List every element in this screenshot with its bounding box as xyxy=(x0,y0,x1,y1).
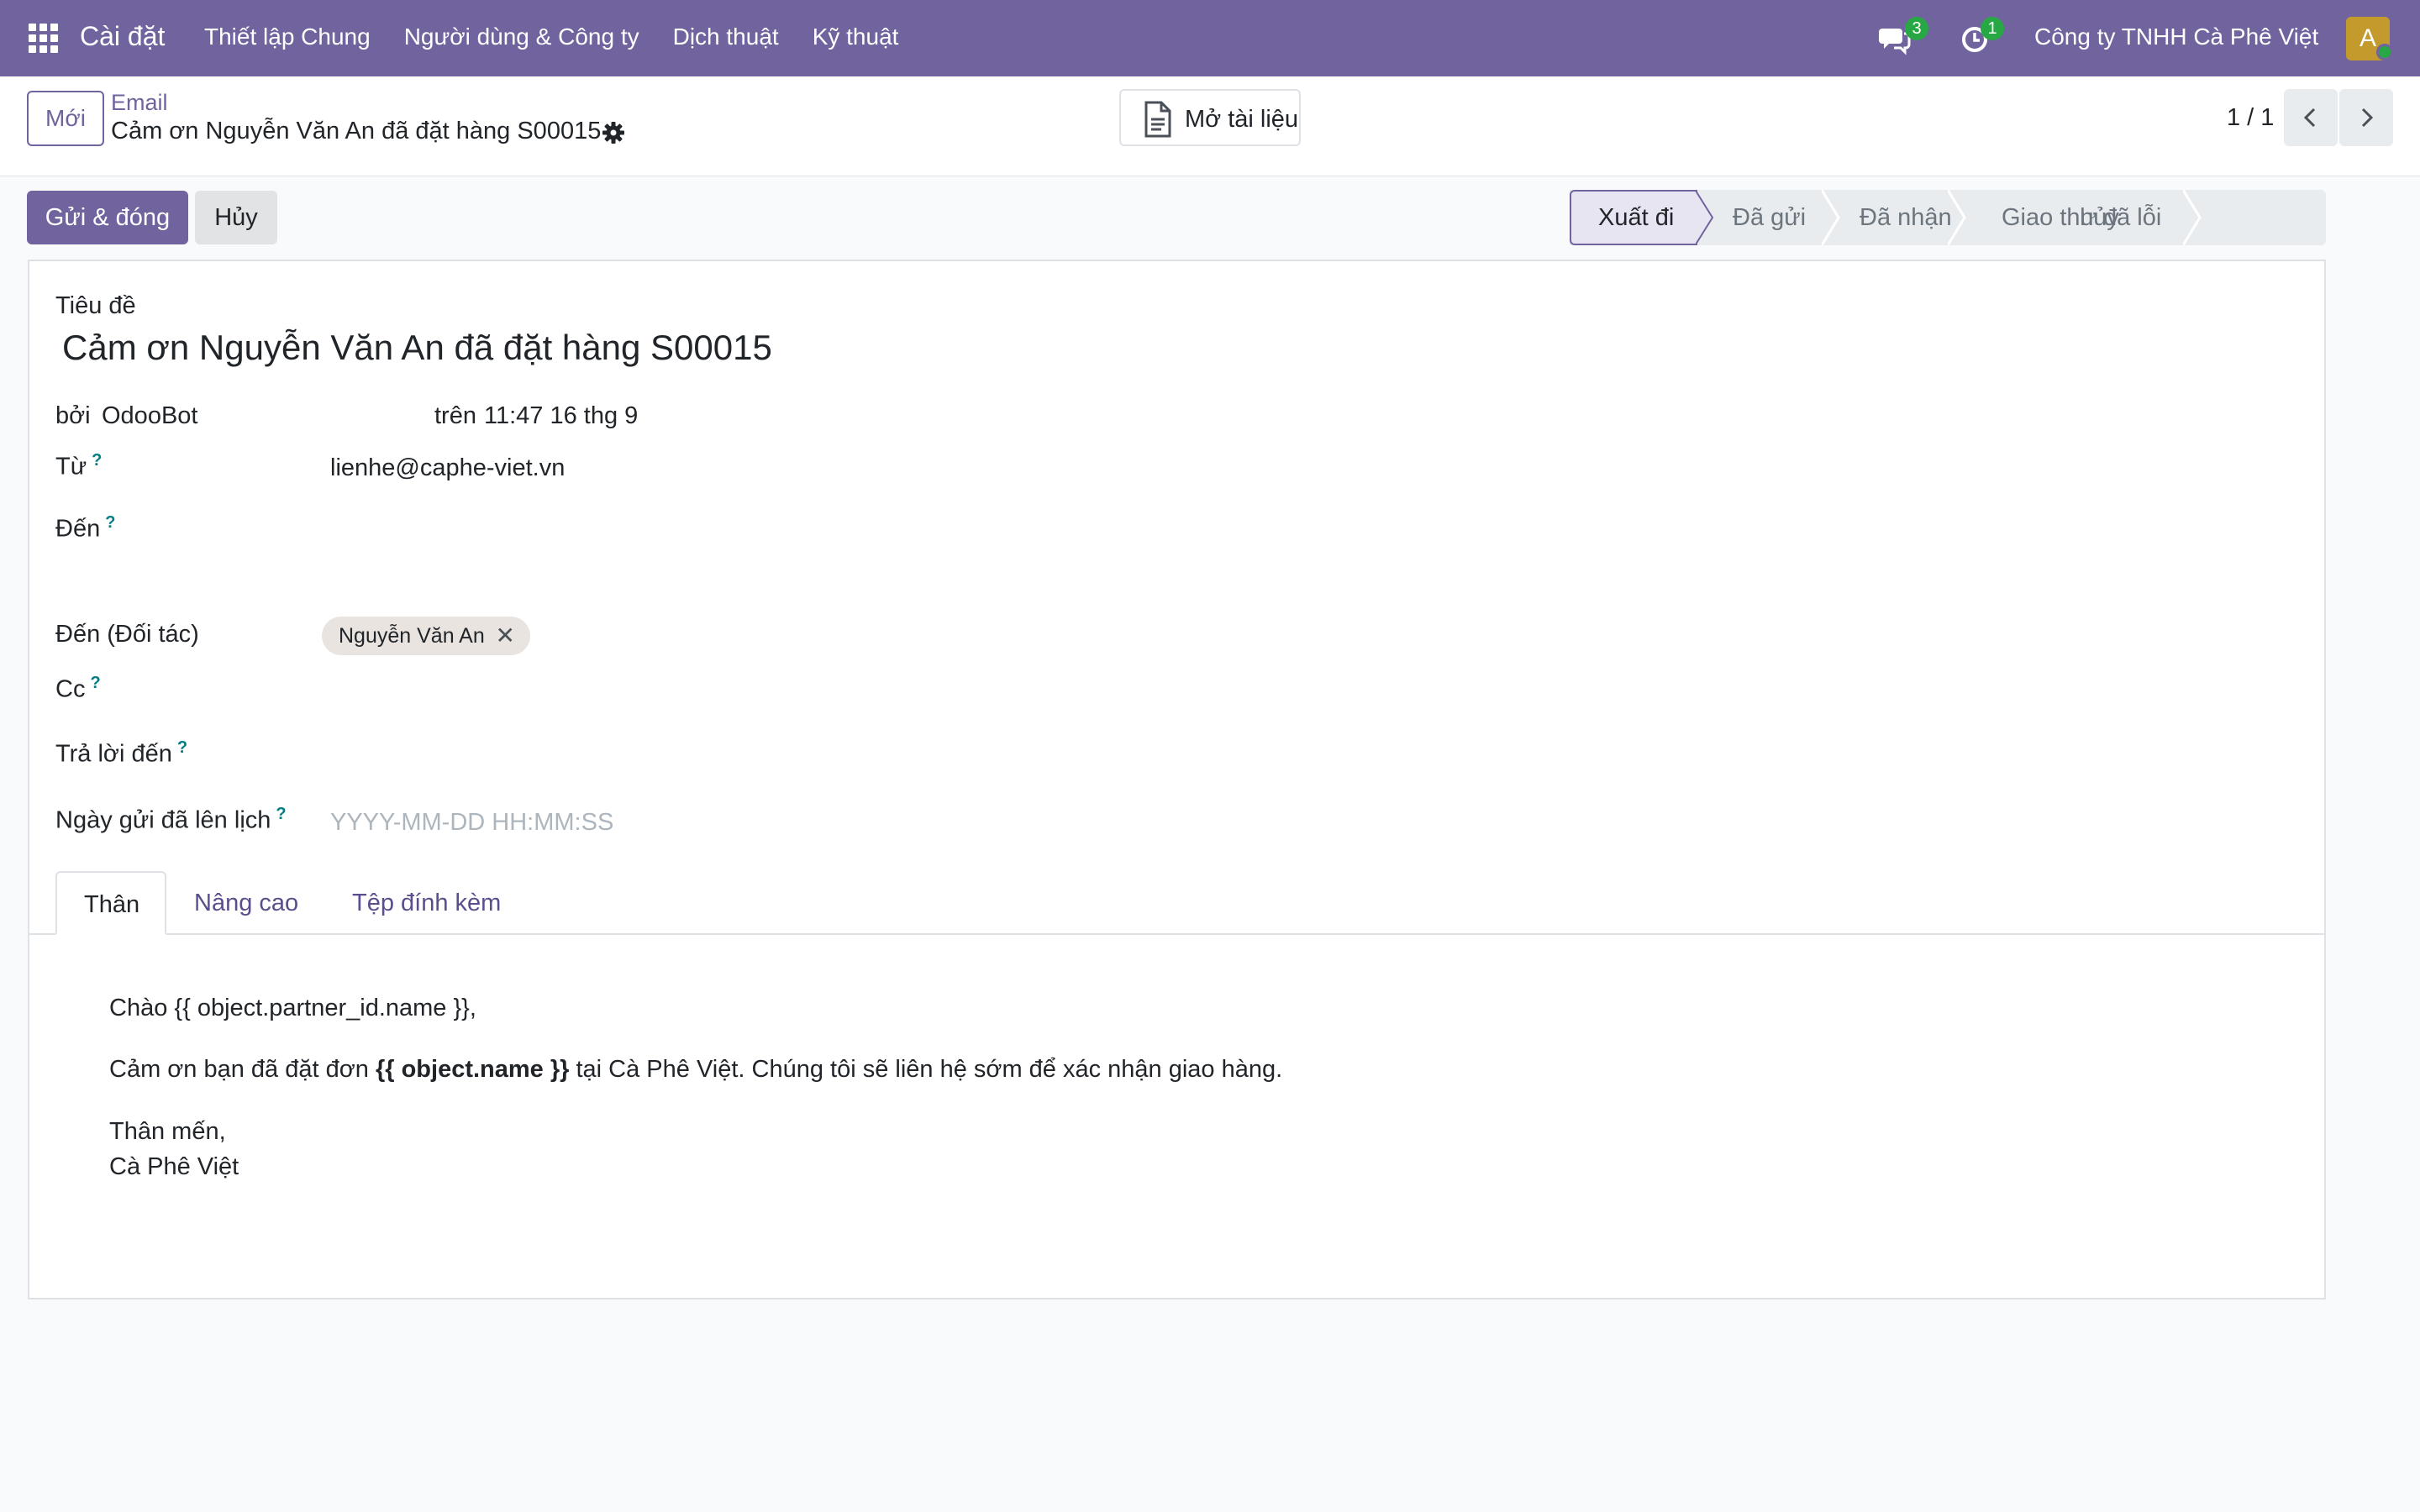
menu-technical[interactable]: Kỹ thuật xyxy=(813,24,899,50)
subject-label: Tiêu đề xyxy=(55,292,136,319)
menu-users-companies[interactable]: Người dùng & Công ty xyxy=(404,24,639,50)
subject-field[interactable]: Cảm ơn Nguyễn Văn An đã đặt hàng S00015 xyxy=(62,328,772,368)
stage-sent-label[interactable]: Đã gửi xyxy=(1733,190,1806,245)
help-tooltip-icon[interactable]: ? xyxy=(276,805,286,823)
menu-general-settings[interactable]: Thiết lập Chung xyxy=(204,24,371,50)
help-tooltip-icon[interactable]: ? xyxy=(105,513,115,532)
tab-body[interactable]: Thân xyxy=(55,871,166,935)
form-sheet xyxy=(28,260,2326,1299)
tab-advanced[interactable]: Nâng cao xyxy=(194,871,298,935)
new-button[interactable]: Mới xyxy=(27,91,104,146)
stage-sent-arrow xyxy=(1822,190,1840,245)
stage-delivery-failed-label[interactable]: Giao thư đã lỗi xyxy=(2002,190,2161,245)
stage-outgoing[interactable]: Xuất đi xyxy=(1570,190,1697,245)
menu-translations[interactable]: Dịch thuật xyxy=(673,24,779,50)
body-main-line[interactable]: Cảm ơn bạn đã đặt đơn {{ object.name }} … xyxy=(109,1056,1282,1084)
body-line-end: tại Cà Phê Việt. Chúng tôi sẽ liên hệ sớ… xyxy=(569,1056,1283,1083)
chevron-right-icon xyxy=(2361,108,2374,128)
main-menu: Thiết lập Chung Người dùng & Công ty Dịc… xyxy=(204,24,898,50)
partner-tag-label: Nguyễn Văn An xyxy=(339,624,485,648)
from-field[interactable]: lienhe@caphe-viet.vn xyxy=(330,454,565,482)
pager-value[interactable]: 1 / 1 xyxy=(2227,104,2274,132)
reply-to-field[interactable] xyxy=(330,727,1086,774)
by-label: bởi xyxy=(55,402,91,429)
chevron-left-icon xyxy=(2303,108,2316,128)
pager-previous-button[interactable] xyxy=(2284,89,2338,146)
apps-grid-icon[interactable] xyxy=(29,24,59,54)
pager-next-button[interactable] xyxy=(2339,89,2393,146)
body-line-start: Cảm ơn bạn đã đặt đơn xyxy=(109,1056,376,1083)
to-label: Đến? xyxy=(55,513,116,543)
stage-received-arrow xyxy=(1948,190,1966,245)
top-navbar: Cài đặt Thiết lập Chung Người dùng & Côn… xyxy=(0,0,2420,76)
open-document-label: Mở tài liệu xyxy=(1185,106,1299,133)
help-tooltip-icon[interactable]: ? xyxy=(92,451,102,470)
activities-badge: 1 xyxy=(1981,17,2004,40)
body-signature[interactable]: Cà Phê Việt xyxy=(109,1153,239,1181)
document-icon xyxy=(1141,101,1175,138)
status-bar: Đã hủy Giao thư đã lỗi Đã nhận Đã gửi Xu… xyxy=(1570,190,2326,245)
app-title[interactable]: Cài đặt xyxy=(80,21,165,52)
send-close-button[interactable]: Gửi & đóng xyxy=(27,191,188,244)
on-label: trên xyxy=(434,402,476,429)
cc-field[interactable] xyxy=(330,664,1086,711)
body-line-order: {{ object.name }} xyxy=(375,1056,570,1083)
cancel-button[interactable]: Hủy xyxy=(195,191,277,244)
help-tooltip-icon[interactable]: ? xyxy=(177,738,187,757)
breadcrumb-parent[interactable]: Email xyxy=(111,90,168,116)
gear-icon[interactable] xyxy=(602,121,625,144)
stage-outgoing-label: Xuất đi xyxy=(1598,204,1675,231)
cc-label: Cc? xyxy=(55,674,101,703)
from-label: Từ? xyxy=(55,451,103,480)
stage-outgoing-arrow xyxy=(1696,190,1714,245)
stage-failed-arrow xyxy=(2183,190,2202,245)
body-greeting[interactable]: Chào {{ object.partner_id.name }}, xyxy=(109,995,476,1022)
online-status-dot xyxy=(2376,44,2393,60)
remove-tag-icon[interactable]: ✕ xyxy=(496,617,515,655)
scheduled-date-label: Ngày gửi đã lên lịch? xyxy=(55,805,287,834)
author-name[interactable]: OdooBot xyxy=(102,402,197,430)
breadcrumb-current: Cảm ơn Nguyễn Văn An đã đặt hàng S00015 xyxy=(111,118,602,144)
to-field[interactable] xyxy=(330,504,1086,554)
scheduled-date-input[interactable]: YYYY-MM-DD HH:MM:SS xyxy=(330,809,613,837)
stage-received-label[interactable]: Đã nhận xyxy=(1860,190,1952,245)
reply-to-label: Trả lời đến? xyxy=(55,738,188,768)
partner-tag[interactable]: Nguyễn Văn An ✕ xyxy=(322,617,530,655)
open-document-button[interactable]: Mở tài liệu xyxy=(1119,89,1301,146)
to-partners-label: Đến (Đối tác) xyxy=(55,621,199,648)
message-date: 11:47 16 thg 9 xyxy=(484,402,639,429)
body-closing[interactable]: Thân mến, xyxy=(109,1118,226,1146)
tab-attachments[interactable]: Tệp đính kèm xyxy=(352,871,501,935)
help-tooltip-icon[interactable]: ? xyxy=(90,674,100,692)
company-switcher[interactable]: Công ty TNHH Cà Phê Việt xyxy=(2034,24,2318,50)
messages-badge: 3 xyxy=(1905,17,1928,40)
